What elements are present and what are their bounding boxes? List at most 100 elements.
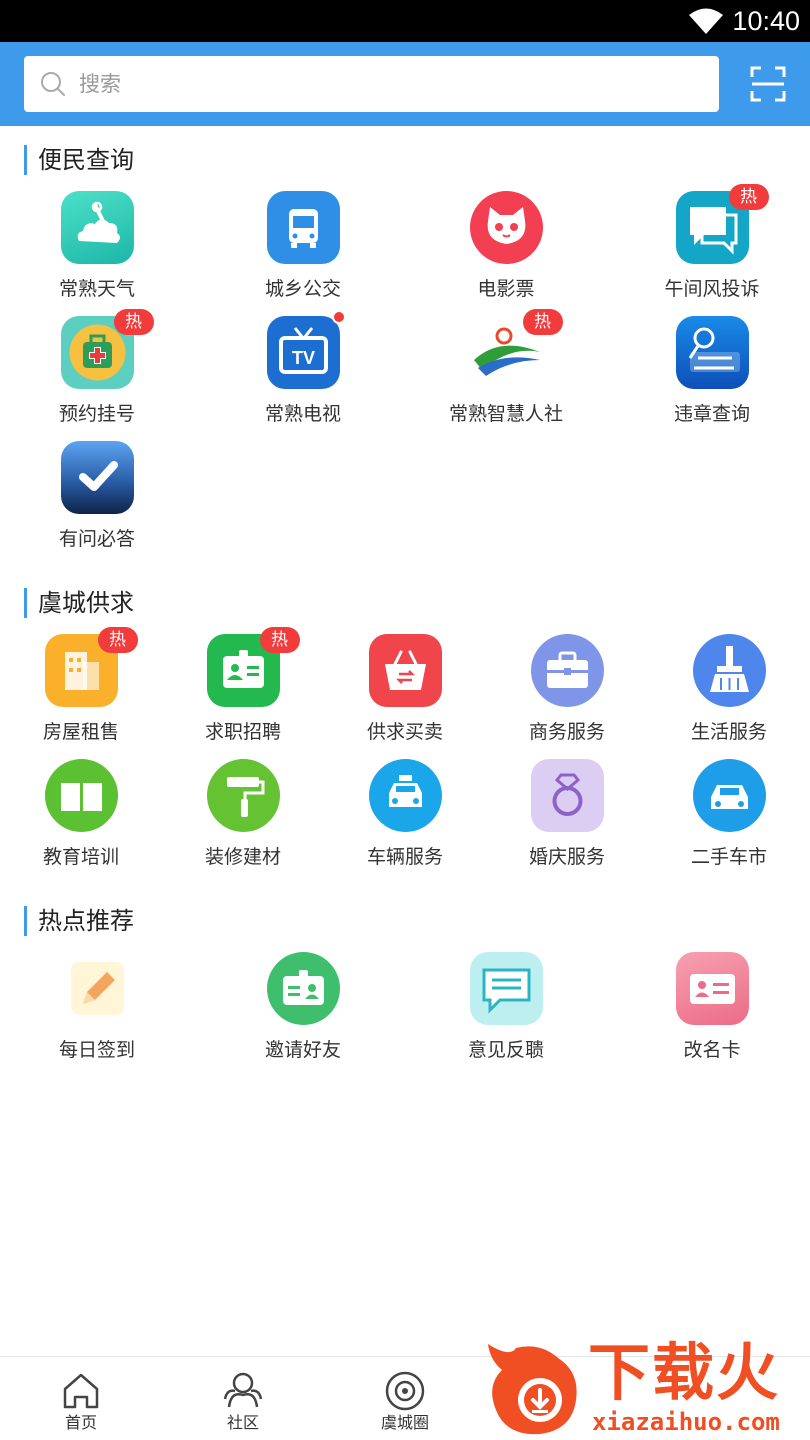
feedback-icon bbox=[469, 952, 543, 1025]
name-card-icon bbox=[675, 952, 749, 1025]
circle-icon bbox=[385, 1371, 425, 1411]
service-label: 求职招聘 bbox=[204, 721, 281, 743]
service-label: 车辆服务 bbox=[366, 846, 443, 868]
service-trade[interactable]: 供求买卖 bbox=[320, 634, 490, 745]
status-bar: 10:40 bbox=[0, 0, 810, 42]
nav-home[interactable]: 首页 bbox=[0, 1357, 162, 1440]
service-qa[interactable]: 有问必答 bbox=[12, 441, 182, 552]
section-title-convenience: 便民查询 bbox=[24, 145, 134, 175]
search-input[interactable]: 搜索 bbox=[24, 56, 719, 112]
flame-logo-icon bbox=[488, 1344, 577, 1435]
watermark: 下载火 xiazaihuo.com bbox=[476, 1330, 810, 1440]
search-icon bbox=[41, 72, 65, 96]
scan-icon[interactable] bbox=[750, 66, 786, 102]
bus-icon bbox=[266, 191, 340, 264]
section-title-supply: 虞城供求 bbox=[24, 588, 134, 618]
nav-label: 社区 bbox=[226, 1413, 259, 1432]
service-weather[interactable]: 常熟天气 bbox=[12, 191, 182, 302]
service-label: 常熟天气 bbox=[58, 278, 135, 300]
tv-icon: TV bbox=[266, 310, 346, 389]
watermark-title: 下载火 bbox=[588, 1336, 781, 1409]
service-label: 电影票 bbox=[477, 278, 535, 300]
building-icon: 热 bbox=[44, 627, 138, 707]
service-bus[interactable]: 城乡公交 bbox=[218, 191, 388, 302]
service-social-security[interactable]: 热 常熟智慧人社 bbox=[421, 309, 591, 427]
service-label: 意见反聩 bbox=[467, 1039, 544, 1061]
service-label: 商务服务 bbox=[528, 721, 605, 743]
service-used-car[interactable]: 二手车市 bbox=[644, 759, 810, 870]
service-label: 城乡公交 bbox=[264, 278, 341, 300]
service-label: 每日签到 bbox=[58, 1039, 135, 1061]
hot-invite[interactable]: 邀请好友 bbox=[218, 952, 388, 1063]
invite-card-icon bbox=[266, 952, 340, 1025]
service-vehicle[interactable]: 车辆服务 bbox=[320, 759, 490, 870]
service-life[interactable]: 生活服务 bbox=[644, 634, 810, 745]
service-appointment[interactable]: 热 预约挂号 bbox=[12, 309, 182, 427]
paint-roller-icon bbox=[206, 759, 280, 832]
service-label: 生活服务 bbox=[690, 721, 767, 743]
service-label: 常熟智慧人社 bbox=[448, 403, 563, 425]
search-placeholder: 搜索 bbox=[79, 72, 121, 96]
section-title-hot: 热点推荐 bbox=[24, 906, 134, 936]
service-education[interactable]: 教育培训 bbox=[0, 759, 166, 870]
basket-icon bbox=[368, 634, 442, 707]
service-business[interactable]: 商务服务 bbox=[482, 634, 652, 745]
hot-checkin[interactable]: 每日签到 bbox=[12, 952, 182, 1063]
nav-community[interactable]: 社区 bbox=[162, 1357, 324, 1440]
service-label: 装修建材 bbox=[204, 846, 281, 868]
chat-bubbles-icon: 热 bbox=[675, 184, 769, 264]
nav-label: 首页 bbox=[64, 1413, 97, 1432]
movie-cat-icon bbox=[469, 191, 543, 264]
service-label: 房屋租售 bbox=[42, 721, 119, 743]
service-label: 改名卡 bbox=[683, 1039, 741, 1061]
wifi-icon bbox=[689, 8, 723, 34]
service-label: 教育培训 bbox=[42, 846, 119, 868]
service-housing[interactable]: 热 房屋租售 bbox=[0, 627, 166, 745]
car-icon bbox=[692, 759, 766, 832]
home-icon bbox=[63, 1373, 99, 1409]
id-card-icon: 热 bbox=[206, 627, 300, 707]
service-decoration[interactable]: 装修建材 bbox=[158, 759, 328, 870]
hot-badge: 热 bbox=[97, 627, 138, 653]
hot-rename-card[interactable]: 改名卡 bbox=[627, 952, 797, 1063]
pencil-icon bbox=[60, 952, 134, 1025]
nav-circle[interactable]: 虞城圈 bbox=[324, 1357, 486, 1440]
hot-feedback[interactable]: 意见反聩 bbox=[421, 952, 591, 1063]
social-security-logo: 热 bbox=[469, 309, 563, 389]
service-violation[interactable]: 违章查询 bbox=[627, 316, 797, 427]
service-label: 午间风投诉 bbox=[664, 278, 760, 300]
ring-icon bbox=[530, 759, 604, 832]
checkmark-icon bbox=[60, 441, 134, 514]
service-wedding[interactable]: 婚庆服务 bbox=[482, 759, 652, 870]
service-complaint[interactable]: 热 午间风投诉 bbox=[627, 184, 797, 302]
weather-icon bbox=[60, 191, 134, 264]
watermark-url: xiazaihuo.com bbox=[592, 1408, 780, 1436]
hot-badge: 热 bbox=[522, 309, 563, 335]
violation-icon bbox=[675, 316, 749, 389]
service-label: 婚庆服务 bbox=[528, 846, 605, 868]
community-icon bbox=[223, 1372, 263, 1408]
medical-kit-icon: 热 bbox=[60, 309, 154, 389]
briefcase-icon bbox=[530, 634, 604, 707]
svg-text:TV: TV bbox=[291, 348, 314, 368]
service-label: 违章查询 bbox=[673, 403, 750, 425]
hot-badge: 热 bbox=[728, 184, 769, 210]
taxi-icon bbox=[368, 759, 442, 832]
service-label: 预约挂号 bbox=[58, 403, 135, 425]
header: 搜索 bbox=[0, 42, 810, 126]
service-label: 供求买卖 bbox=[366, 721, 443, 743]
hot-badge: 热 bbox=[259, 627, 300, 653]
service-label: 二手车市 bbox=[690, 846, 767, 868]
service-label: 常熟电视 bbox=[264, 403, 341, 425]
service-tv[interactable]: TV 常熟电视 bbox=[218, 310, 388, 427]
hot-badge: 热 bbox=[113, 309, 154, 335]
service-jobs[interactable]: 热 求职招聘 bbox=[158, 627, 328, 745]
book-icon bbox=[44, 759, 118, 832]
status-time: 10:40 bbox=[732, 6, 800, 36]
service-label: 邀请好友 bbox=[264, 1039, 341, 1061]
nav-label: 虞城圈 bbox=[380, 1413, 429, 1432]
broom-icon bbox=[692, 634, 766, 707]
notification-dot bbox=[331, 310, 346, 324]
service-movie[interactable]: 电影票 bbox=[421, 191, 591, 302]
service-label: 有问必答 bbox=[58, 528, 135, 550]
